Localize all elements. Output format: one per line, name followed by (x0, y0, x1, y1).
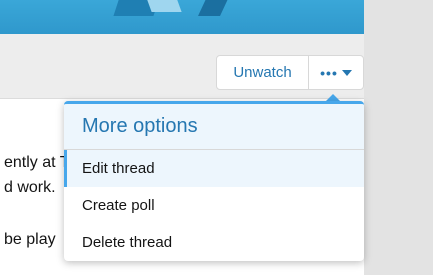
more-options-menu: More options Edit thread Create poll Del… (64, 101, 364, 261)
menu-item-delete-thread[interactable]: Delete thread (64, 224, 364, 261)
more-options-button[interactable]: ••• (309, 56, 363, 89)
menu-item-edit-thread[interactable]: Edit thread (64, 150, 364, 187)
caret-down-icon (341, 69, 352, 76)
menu-pointer-arrow (326, 94, 340, 101)
unwatch-button[interactable]: Unwatch (217, 56, 309, 89)
page-gutter (364, 0, 433, 275)
thread-action-buttons: Unwatch ••• (216, 55, 364, 90)
thread-banner-image (0, 0, 364, 34)
post-text-line: be play (4, 231, 56, 248)
ellipsis-icon: ••• (320, 64, 338, 81)
menu-item-create-poll[interactable]: Create poll (64, 187, 364, 224)
menu-title: More options (64, 104, 364, 150)
post-text-line: d work. (4, 179, 56, 196)
post-text-line: ently at T (4, 154, 70, 171)
